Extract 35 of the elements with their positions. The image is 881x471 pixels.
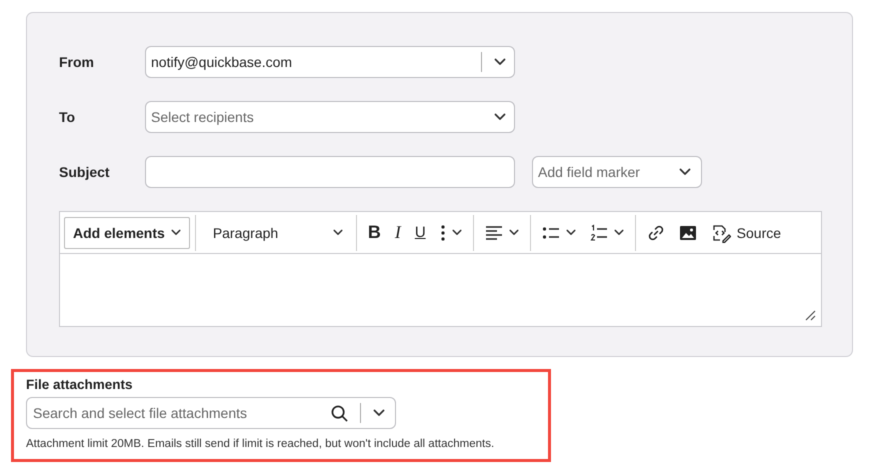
field-label: From xyxy=(59,54,95,70)
sender-select[interactable]: notify@quickbase.com xyxy=(145,46,515,78)
section-label: File attachments xyxy=(26,377,134,392)
more-icon xyxy=(440,224,446,242)
recipients-select[interactable]: Select recipients xyxy=(145,101,515,133)
add-elements-button[interactable]: Add elements xyxy=(64,216,190,248)
bold-button[interactable]: B xyxy=(362,218,387,248)
subject-input[interactable] xyxy=(145,156,515,188)
field-marker-select[interactable]: Add field marker xyxy=(532,156,702,188)
attachments-select[interactable]: Search and select file attachments xyxy=(26,397,396,429)
source-code-icon xyxy=(710,222,731,242)
chevron-down-icon xyxy=(332,229,343,236)
chevron-down-icon xyxy=(452,229,462,236)
align-left-icon xyxy=(484,224,503,242)
link-icon xyxy=(646,224,665,242)
help-text: Attachment limit 20MB. Emails still send if limit is reached, but won't include all attachments. xyxy=(26,438,496,450)
search-icon xyxy=(331,404,348,422)
field-label: To xyxy=(59,109,76,125)
chevron-down-icon xyxy=(170,229,181,236)
chevron-down-icon xyxy=(494,58,506,66)
image-icon xyxy=(678,224,697,242)
numbered-list-icon xyxy=(590,224,608,242)
underline-button[interactable]: U xyxy=(408,218,432,248)
resize-grip-icon[interactable] xyxy=(805,310,816,321)
chevron-down-icon xyxy=(679,168,691,176)
chevron-down-icon xyxy=(373,409,385,417)
paragraph-select[interactable]: Paragraph xyxy=(200,218,351,248)
source-button[interactable]: Source xyxy=(704,218,788,248)
field-label: Subject xyxy=(59,164,111,180)
chevron-down-icon xyxy=(614,229,624,236)
chevron-down-icon xyxy=(494,113,506,121)
chevron-down-icon xyxy=(508,229,519,236)
rich-text-editor[interactable]: Add elements Paragraph B I U Source xyxy=(59,211,822,327)
italic-button[interactable]: I xyxy=(388,218,407,248)
chevron-down-icon xyxy=(566,229,576,236)
